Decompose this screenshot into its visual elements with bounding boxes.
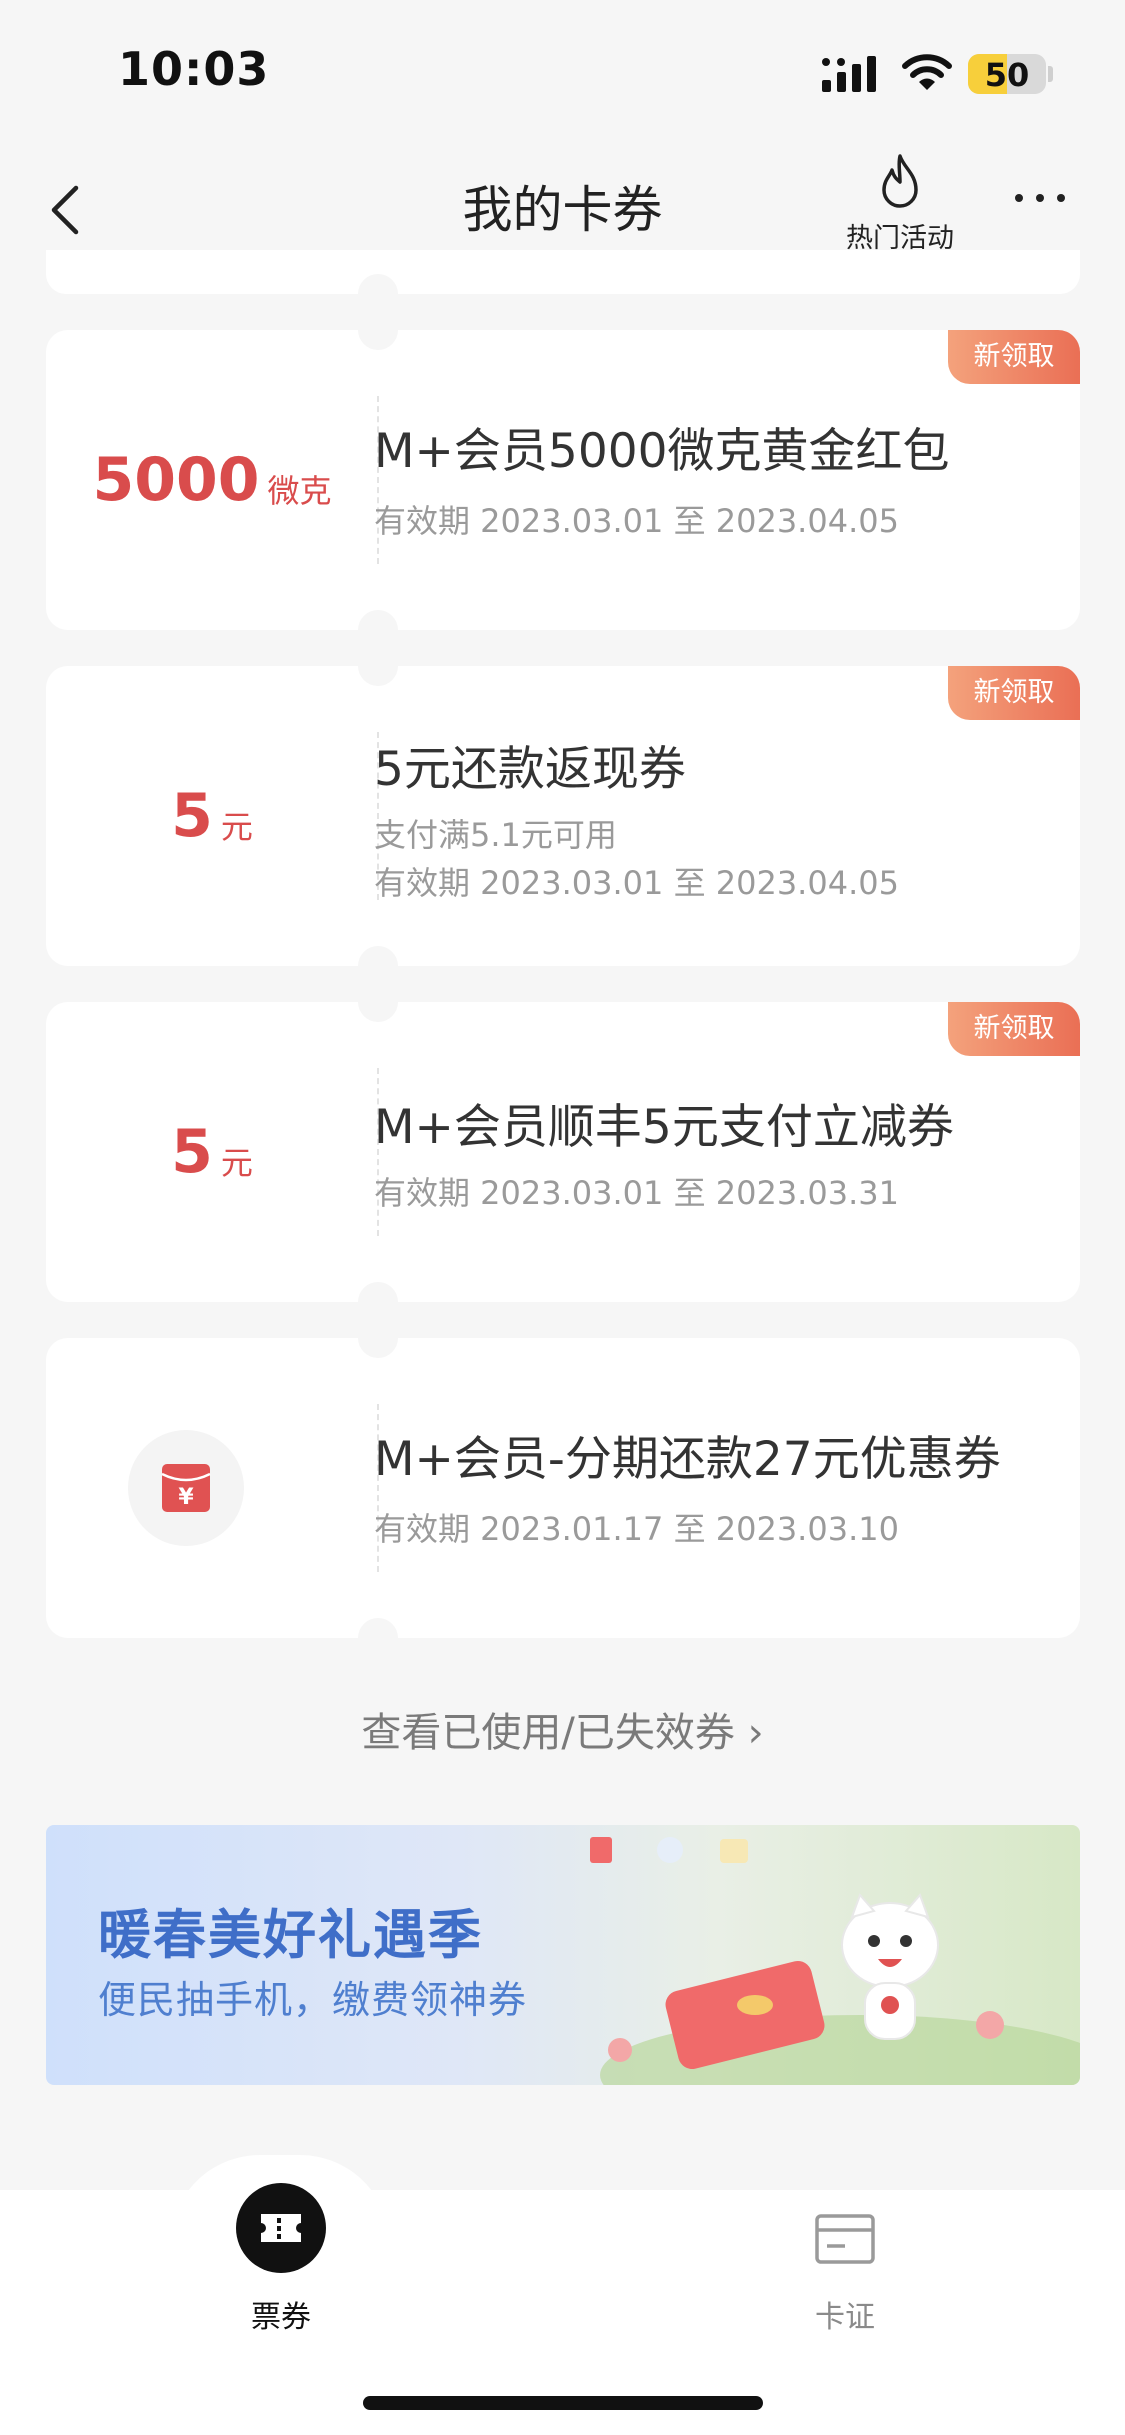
status-bar: 10:03 50 — [0, 0, 1125, 140]
tab-cards[interactable]: 卡证 — [745, 2190, 945, 2350]
coupon-icon-bg: ¥ — [128, 1430, 244, 1546]
tab-cards-label: 卡证 — [815, 2300, 875, 2335]
coupon-validity: 有效期 2023.03.01 至 2023.03.31 — [374, 1174, 899, 1212]
red-envelope-icon: ¥ — [161, 1464, 211, 1512]
new-badge: 新领取 — [948, 1002, 1080, 1056]
cellular-signal-icon — [822, 56, 876, 92]
amount-value: 5000 — [92, 445, 260, 515]
card-notch — [358, 1618, 398, 1658]
coupon-card-partial[interactable] — [46, 250, 1080, 314]
more-button[interactable] — [1005, 170, 1075, 230]
coupon-card[interactable]: ¥ M+会员-分期还款27元优惠券 有效期 2023.01.17 至 2023.… — [46, 1318, 1080, 1658]
amount-unit: 元 — [220, 1144, 253, 1182]
coupon-amount: 5 元 — [46, 1002, 378, 1302]
tab-tickets-label: 票券 — [251, 2300, 311, 2335]
more-dot — [1036, 194, 1044, 202]
new-badge: 新领取 — [948, 330, 1080, 384]
wifi-icon — [902, 54, 952, 90]
coupon-amount: 5 元 — [46, 666, 378, 966]
svg-text:¥: ¥ — [178, 1485, 194, 1510]
banner-subtitle: 便民抽手机，缴费领神券 — [98, 1978, 528, 2022]
coupon-validity: 有效期 2023.01.17 至 2023.03.10 — [374, 1510, 899, 1548]
home-indicator — [363, 2396, 763, 2410]
banner-title: 暖春美好礼遇季 — [98, 1905, 483, 1966]
amount-unit: 微克 — [267, 472, 332, 510]
coupon-card[interactable]: 新领取 5 元 5元还款返现券 支付满5.1元可用 有效期 2023.03.01… — [46, 646, 1080, 986]
coupon-card[interactable]: 新领取 5000 微克 M+会员5000微克黄金红包 有效期 2023.03.0… — [46, 310, 1080, 650]
coupon-condition: 支付满5.1元可用 — [374, 816, 617, 854]
flame-icon — [882, 154, 918, 208]
battery-cap — [1048, 66, 1053, 82]
chevron-left-icon — [51, 185, 79, 235]
card-icon — [815, 2214, 875, 2264]
back-button[interactable] — [40, 170, 100, 250]
battery-icon: 50 — [968, 54, 1046, 94]
battery-percent: 50 — [984, 56, 1030, 94]
new-badge: 新领取 — [948, 666, 1080, 720]
more-dot — [1015, 194, 1023, 202]
more-dot — [1057, 194, 1065, 202]
coupon-validity: 有效期 2023.03.01 至 2023.04.05 — [374, 502, 899, 540]
coupon-title: M+会员5000微克黄金红包 — [374, 424, 950, 479]
coupon-card[interactable]: 新领取 5 元 M+会员顺丰5元支付立减券 有效期 2023.03.01 至 2… — [46, 982, 1080, 1322]
tab-tickets[interactable]: 票券 — [181, 2183, 381, 2350]
view-used-expired-link[interactable]: 查看已使用/已失效券 › — [0, 1700, 1125, 1758]
promo-banner[interactable]: 暖春美好礼遇季 便民抽手机，缴费领神券 — [46, 1825, 1080, 2085]
coupon-validity: 有效期 2023.03.01 至 2023.04.05 — [374, 864, 899, 902]
coupon-title: M+会员-分期还款27元优惠券 — [374, 1432, 1001, 1487]
mascot-illustration — [590, 1837, 1080, 2085]
ticket-icon — [236, 2183, 326, 2273]
amount-unit: 元 — [220, 808, 253, 846]
card-notch — [358, 1318, 398, 1358]
status-time: 10:03 — [118, 42, 270, 96]
coupon-title: 5元还款返现券 — [374, 742, 686, 797]
coupon-amount: 5000 微克 — [46, 330, 378, 630]
card-notch — [358, 274, 398, 314]
amount-value: 5 — [171, 1117, 213, 1187]
hot-activity-button[interactable]: 热门活动 — [830, 150, 970, 260]
amount-value: 5 — [171, 781, 213, 851]
coupon-title: M+会员顺丰5元支付立减券 — [374, 1100, 954, 1155]
